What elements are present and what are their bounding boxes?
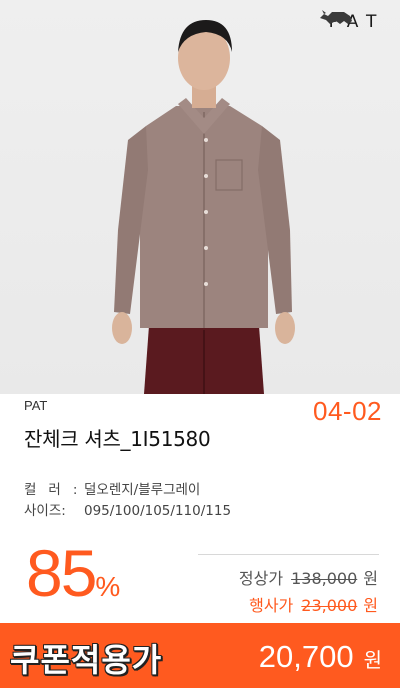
model-illustration bbox=[112, 20, 295, 394]
size-spec: 사이즈: 095/100/105/110/115 bbox=[24, 499, 231, 519]
product-photo[interactable]: PAT bbox=[0, 0, 400, 394]
product-title[interactable]: 잔체크 셔츠_1I51580 bbox=[24, 423, 211, 452]
color-label: 컬러: bbox=[24, 482, 90, 498]
coupon-price-bar[interactable]: 쿠폰적용가 20,700 원 bbox=[0, 623, 400, 688]
regular-price-row: 정상가 138,000 원 bbox=[239, 565, 378, 589]
brand-name[interactable]: PAT bbox=[24, 398, 47, 413]
event-price-currency: 원 bbox=[363, 596, 378, 615]
coupon-price-currency: 원 bbox=[363, 648, 382, 672]
brand-logo[interactable]: PAT bbox=[318, 8, 388, 32]
coupon-price-amount: 20,700 bbox=[258, 639, 354, 674]
product-info: PAT 04-02 잔체크 셔츠_1I51580 컬러:덜오렌지/블루그레이 사… bbox=[0, 394, 400, 688]
date-code: 04-02 bbox=[313, 396, 382, 426]
coupon-label: 쿠폰적용가 bbox=[10, 641, 163, 679]
discount-unit: % bbox=[95, 571, 121, 602]
regular-price-label: 정상가 bbox=[238, 569, 284, 588]
regular-price: 138,000 bbox=[291, 569, 358, 588]
regular-price-currency: 원 bbox=[363, 569, 378, 588]
color-value: 덜오렌지/블루그레이 bbox=[84, 482, 201, 498]
event-price-row: 행사가 23,000 원 bbox=[249, 592, 378, 616]
size-label: 사이즈: bbox=[24, 503, 66, 519]
coupon-price: 20,700 원 bbox=[259, 639, 382, 675]
size-value: 095/100/105/110/115 bbox=[84, 503, 232, 519]
color-spec: 컬러:덜오렌지/블루그레이 bbox=[24, 478, 200, 498]
event-price: 23,000 bbox=[301, 596, 358, 615]
discount-rate: 85% bbox=[26, 540, 120, 606]
discount-value: 85 bbox=[26, 536, 97, 610]
rhino-icon bbox=[320, 10, 352, 24]
event-price-label: 행사가 bbox=[249, 596, 294, 615]
divider bbox=[198, 554, 379, 555]
